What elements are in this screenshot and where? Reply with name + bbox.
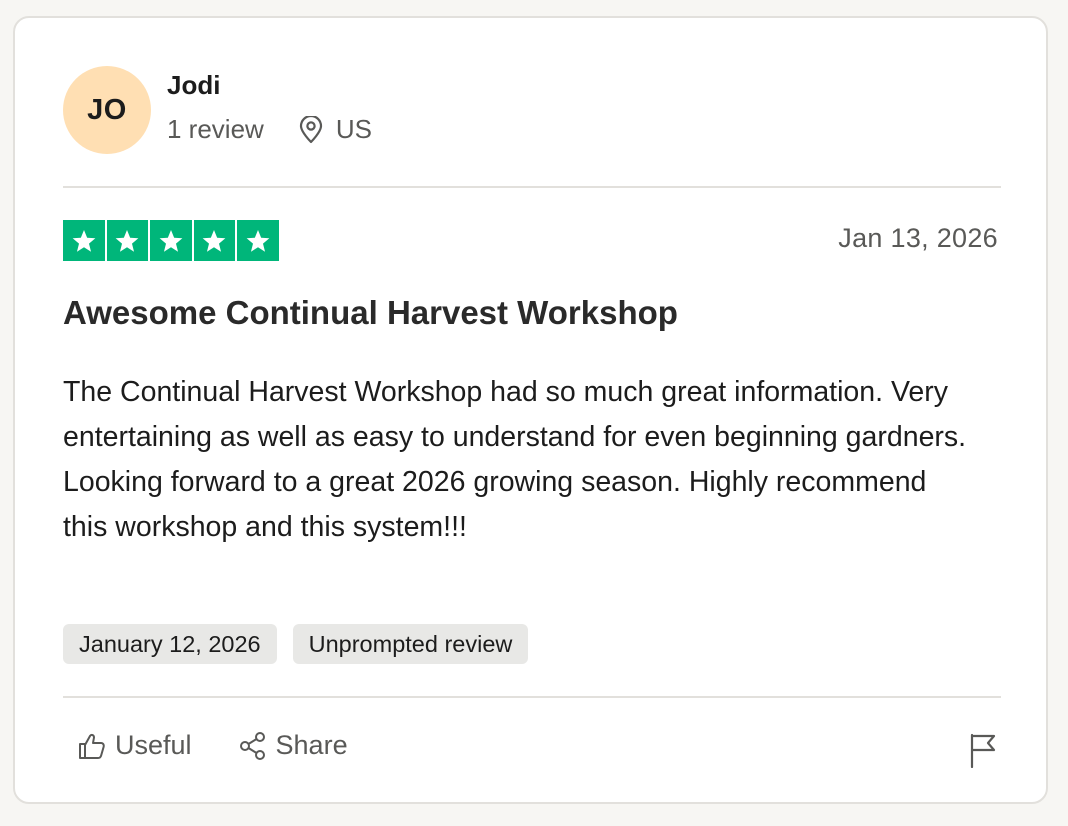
review-tags: January 12, 2026 Unprompted review: [63, 624, 529, 664]
useful-button[interactable]: Useful: [77, 730, 192, 761]
star-icon: [150, 220, 192, 261]
review-source-tag[interactable]: Unprompted review: [292, 624, 529, 664]
review-actions: Useful Share: [77, 730, 348, 761]
reviewer-meta: 1 review US: [167, 114, 372, 145]
useful-label: Useful: [115, 730, 192, 760]
star-icon: [63, 220, 105, 261]
thumbs-up-icon: [79, 733, 105, 759]
share-icon: [239, 731, 265, 760]
review-body: The Continual Harvest Workshop had so mu…: [63, 376, 967, 543]
experience-date-tag: January 12, 2026: [63, 624, 277, 664]
review-title[interactable]: Awesome Continual Harvest Workshop: [63, 294, 678, 332]
avatar[interactable]: JO: [63, 66, 151, 154]
report-button[interactable]: [968, 732, 998, 773]
review-date: Jan 13, 2026: [838, 223, 998, 253]
star-icon: [106, 220, 148, 261]
header-divider: [63, 186, 1001, 188]
reviewer-header: JO Jodi 1 review US: [63, 66, 663, 156]
country-label: US: [335, 114, 372, 144]
map-pin-icon: [299, 115, 322, 143]
star-icon: [193, 220, 235, 261]
star-rating: [63, 220, 279, 261]
review-count: 1 review: [167, 114, 264, 144]
flag-icon: [970, 733, 996, 769]
share-button[interactable]: Share: [238, 730, 348, 761]
share-label: Share: [275, 730, 348, 760]
reviewer-name[interactable]: Jodi: [167, 70, 220, 101]
reviewer-location: US: [298, 114, 372, 145]
star-icon: [237, 220, 279, 261]
footer-divider: [63, 696, 1001, 698]
review-card: JO Jodi 1 review US Jan 13, 2026 Awesome…: [13, 16, 1048, 804]
